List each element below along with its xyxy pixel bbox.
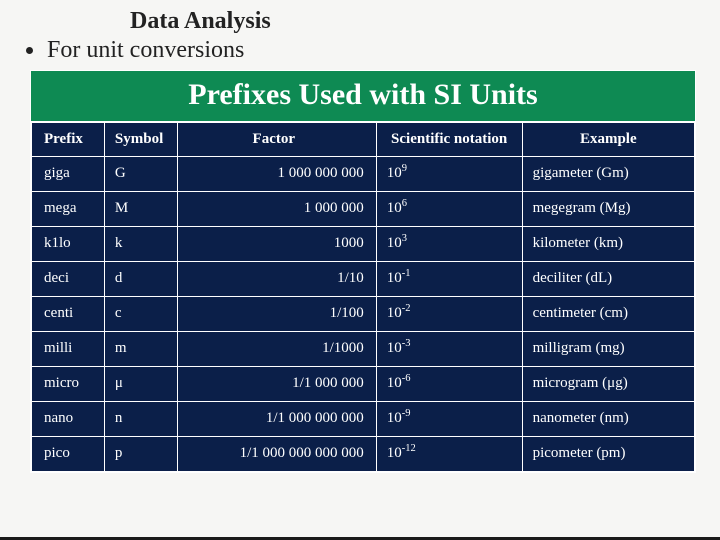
sci-exponent: 9 — [402, 163, 407, 174]
cell-symbol: n — [104, 402, 177, 437]
table-row: gigaG1 000 000 000109gigameter (Gm) — [32, 157, 695, 192]
table-title: Prefixes Used with SI Units — [31, 71, 695, 122]
table-row: decid1/1010-1deciliter (dL) — [32, 262, 695, 297]
cell-prefix: mega — [32, 192, 105, 227]
sci-base: 10 — [387, 410, 402, 426]
cell-symbol: k — [104, 227, 177, 262]
sci-exponent: -9 — [402, 408, 411, 419]
cell-example: megegram (Mg) — [522, 192, 694, 227]
cell-symbol: M — [104, 192, 177, 227]
cell-symbol: c — [104, 297, 177, 332]
slide: Data Analysis For unit conversions Prefi… — [0, 0, 720, 540]
table-row: megaM1 000 000106megegram (Mg) — [32, 192, 695, 227]
sci-base: 10 — [387, 200, 402, 216]
cell-scientific-notation: 10-3 — [376, 332, 522, 367]
table-row: microμ1/1 000 00010-6microgram (μg) — [32, 367, 695, 402]
cell-symbol: G — [104, 157, 177, 192]
slide-title: Data Analysis — [130, 8, 720, 35]
col-header-symbol: Symbol — [104, 123, 177, 157]
cell-example: deciliter (dL) — [522, 262, 694, 297]
cell-prefix: nano — [32, 402, 105, 437]
cell-symbol: d — [104, 262, 177, 297]
col-header-prefix: Prefix — [32, 123, 105, 157]
sci-base: 10 — [387, 375, 402, 391]
sci-base: 10 — [387, 165, 402, 181]
cell-scientific-notation: 10-1 — [376, 262, 522, 297]
table-row: centic1/10010-2centimeter (cm) — [32, 297, 695, 332]
cell-symbol: m — [104, 332, 177, 367]
cell-symbol: p — [104, 437, 177, 472]
cell-factor: 1/1 000 000 — [177, 367, 376, 402]
sci-base: 10 — [387, 445, 402, 461]
cell-example: centimeter (cm) — [522, 297, 694, 332]
cell-factor: 1 000 000 000 — [177, 157, 376, 192]
cell-prefix: deci — [32, 262, 105, 297]
cell-factor: 1 000 000 — [177, 192, 376, 227]
table-row: millim1/100010-3milligram (mg) — [32, 332, 695, 367]
cell-example: nanometer (nm) — [522, 402, 694, 437]
cell-example: microgram (μg) — [522, 367, 694, 402]
cell-factor: 1/100 — [177, 297, 376, 332]
cell-example: picometer (pm) — [522, 437, 694, 472]
sci-base: 10 — [387, 305, 402, 321]
cell-prefix: pico — [32, 437, 105, 472]
cell-factor: 1/10 — [177, 262, 376, 297]
sci-base: 10 — [387, 235, 402, 251]
table-row: k1lok1000103kilometer (km) — [32, 227, 695, 262]
sci-exponent: 3 — [402, 233, 407, 244]
bullet-item: For unit conversions — [26, 37, 720, 64]
table-row: nanon1/1 000 000 00010-9nanometer (nm) — [32, 402, 695, 437]
bullet-icon — [26, 47, 33, 54]
table-header-row: Prefix Symbol Factor Scientific notation… — [32, 123, 695, 157]
si-prefixes-table-container: Prefixes Used with SI Units Prefix Symbo… — [30, 70, 696, 473]
sci-exponent: 6 — [402, 198, 407, 209]
cell-scientific-notation: 109 — [376, 157, 522, 192]
cell-example: milligram (mg) — [522, 332, 694, 367]
cell-factor: 1/1000 — [177, 332, 376, 367]
cell-scientific-notation: 106 — [376, 192, 522, 227]
cell-scientific-notation: 10-12 — [376, 437, 522, 472]
col-header-sci: Scientific notation — [376, 123, 522, 157]
sci-exponent: -12 — [402, 443, 416, 454]
si-prefixes-table: Prefix Symbol Factor Scientific notation… — [31, 122, 695, 472]
cell-scientific-notation: 103 — [376, 227, 522, 262]
cell-scientific-notation: 10-6 — [376, 367, 522, 402]
bullet-text: For unit conversions — [47, 37, 244, 64]
table-row: picop1/1 000 000 000 00010-12picometer (… — [32, 437, 695, 472]
cell-prefix: giga — [32, 157, 105, 192]
cell-factor: 1/1 000 000 000 — [177, 402, 376, 437]
cell-scientific-notation: 10-9 — [376, 402, 522, 437]
sci-exponent: -1 — [402, 268, 411, 279]
sci-exponent: -6 — [402, 373, 411, 384]
cell-prefix: centi — [32, 297, 105, 332]
cell-prefix: k1lo — [32, 227, 105, 262]
col-header-example: Example — [522, 123, 694, 157]
sci-base: 10 — [387, 340, 402, 356]
cell-factor: 1/1 000 000 000 000 — [177, 437, 376, 472]
cell-prefix: milli — [32, 332, 105, 367]
cell-scientific-notation: 10-2 — [376, 297, 522, 332]
cell-prefix: micro — [32, 367, 105, 402]
sci-exponent: -2 — [402, 303, 411, 314]
sci-exponent: -3 — [402, 338, 411, 349]
sci-base: 10 — [387, 270, 402, 286]
col-header-factor: Factor — [177, 123, 376, 157]
cell-example: kilometer (km) — [522, 227, 694, 262]
cell-factor: 1000 — [177, 227, 376, 262]
cell-example: gigameter (Gm) — [522, 157, 694, 192]
cell-symbol: μ — [104, 367, 177, 402]
